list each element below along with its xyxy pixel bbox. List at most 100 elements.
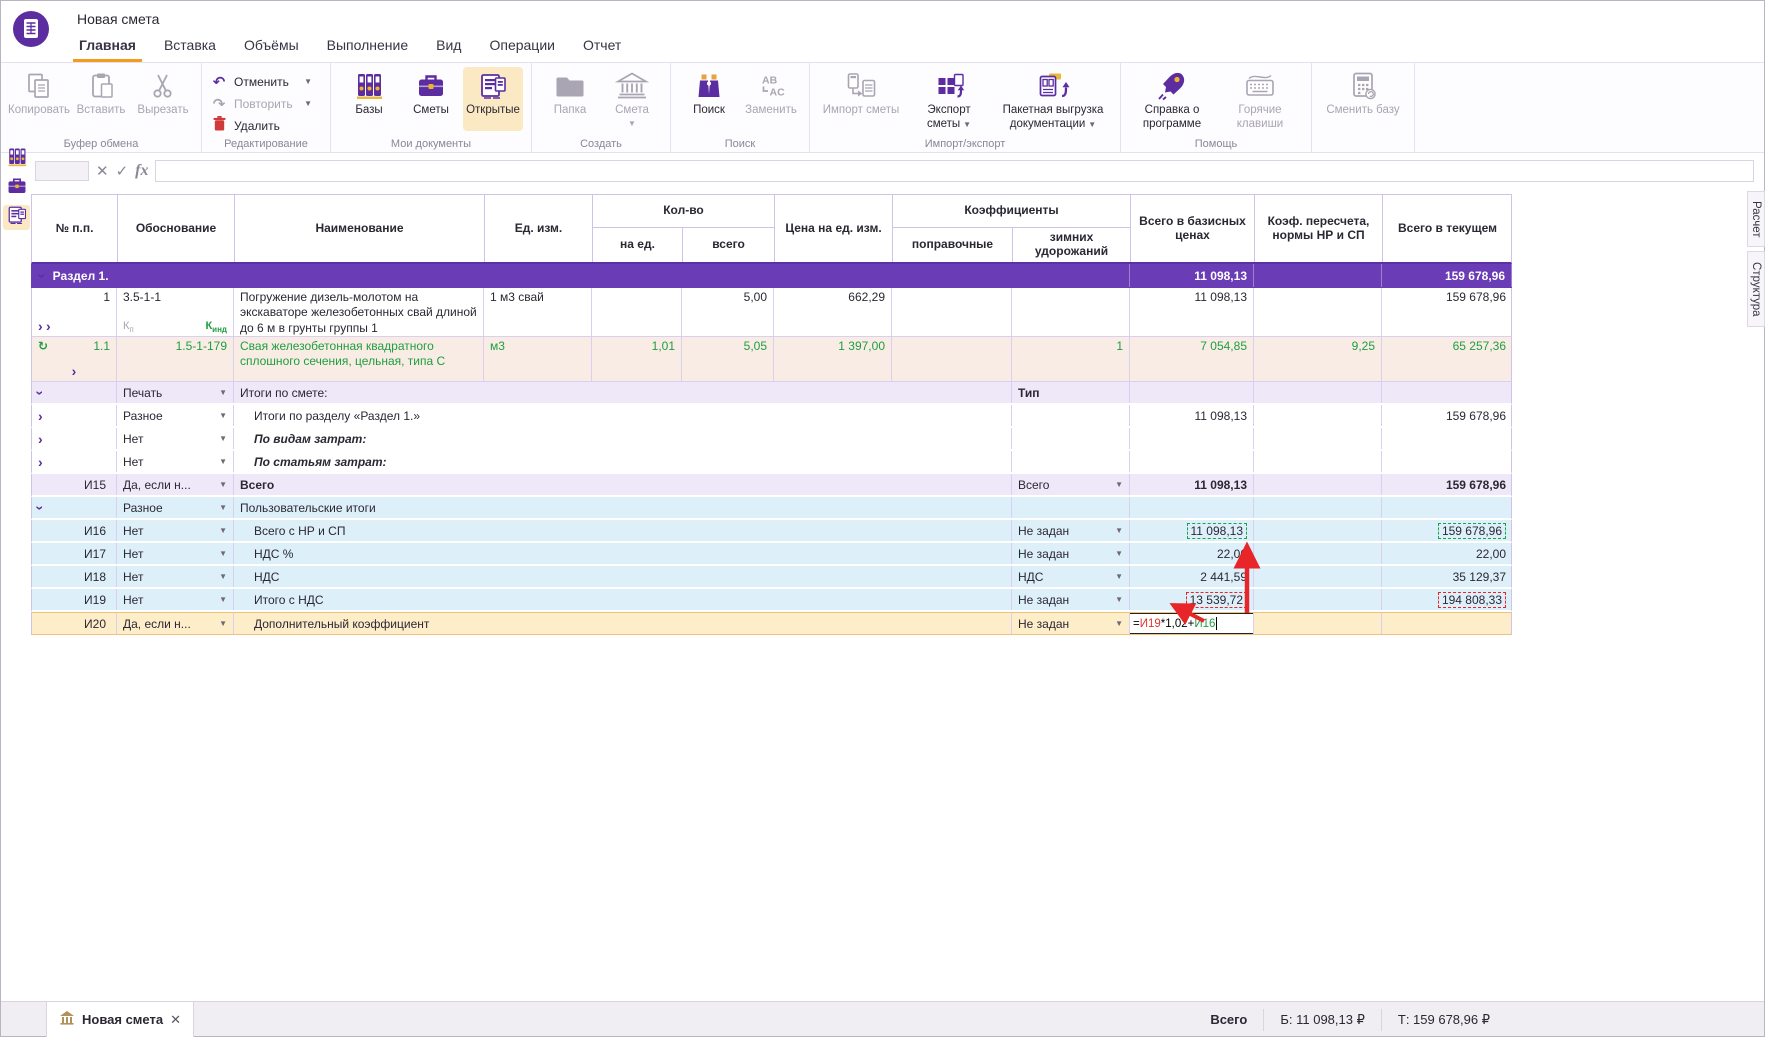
ribbon-button-справка-о-программе[interactable]: Справка о программе xyxy=(1129,67,1215,132)
tab-3[interactable]: Объёмы xyxy=(230,29,313,62)
row-total-8[interactable]: › Разное ▼ Пользовательские итоги xyxy=(31,497,1512,520)
ribbon-button-вставить[interactable]: Вставить xyxy=(71,67,131,131)
row-total-И20[interactable]: И20 Да, если н... ▼ Дополнительный коэффици… xyxy=(31,612,1512,635)
type-dropdown[interactable]: Не задан ▼ xyxy=(1018,524,1123,538)
ribbon-button-экспорт-сметы[interactable]: Экспорт сметы ▼ xyxy=(906,67,992,132)
print-mode-dropdown[interactable]: Нет ▼ xyxy=(123,570,227,584)
row-total-И18[interactable]: И18 Нет ▼ НДС НДС ▼ 2 441,59 35 129,37 xyxy=(31,566,1512,589)
row-total-И17[interactable]: И17 Нет ▼ НДС % Не задан ▼ 22,00 22,00 xyxy=(31,543,1512,566)
print-mode-dropdown[interactable]: Нет ▼ xyxy=(123,432,227,446)
col-qty-total[interactable]: всего xyxy=(682,227,774,262)
app-logo-icon[interactable] xyxy=(12,10,50,48)
type-dropdown[interactable]: Не задан ▼ xyxy=(1018,593,1123,607)
col-coef-winter[interactable]: зимних удорожаний xyxy=(1012,227,1130,262)
col-coef-corr[interactable]: поправочные xyxy=(892,227,1012,262)
tab-2[interactable]: Вставка xyxy=(150,29,230,62)
col-qty-unit[interactable]: на ед. xyxy=(592,227,682,262)
col-num[interactable]: № п.п. xyxy=(32,195,117,262)
row-section[interactable]: › Раздел 1. 11 098,13 159 678,96 xyxy=(31,264,1512,288)
type-dropdown[interactable]: Не задан ▼ xyxy=(1018,547,1123,561)
chevron-right-icon[interactable]: › xyxy=(38,409,43,423)
ribbon-button-смета[interactable]: Смета ▼ xyxy=(602,67,662,131)
accept-icon[interactable]: ✓ xyxy=(116,162,129,180)
col-recalc[interactable]: Коэф. пересчета, нормы НР и СП xyxy=(1254,195,1382,262)
type-dropdown[interactable]: Всего ▼ xyxy=(1018,478,1123,492)
ribbon-button-повторить[interactable]: ↷ Повторить ▼ xyxy=(210,94,322,113)
ribbon-button-сменить-базу[interactable]: Сменить базу xyxy=(1320,67,1406,131)
ribbon-button-вырезать[interactable]: Вырезать xyxy=(133,67,193,131)
print-mode-dropdown[interactable]: Печать ▼ xyxy=(123,386,227,400)
row-total-5[interactable]: › Нет ▼ По видам затрат: xyxy=(31,428,1512,451)
ribbon-button-поиск[interactable]: Поиск xyxy=(679,67,739,131)
cell-name-box[interactable] xyxy=(35,161,89,181)
row-item[interactable]: 1 › › 3.5-1-1 Кп Кинд Погружение дизель-молот… xyxy=(31,288,1512,337)
ribbon-button-горячие-клавиши[interactable]: Горячие клавиши xyxy=(1217,67,1303,132)
col-code[interactable]: Обоснование xyxy=(117,195,234,262)
print-mode-dropdown[interactable]: Нет ▼ xyxy=(123,547,227,561)
ribbon-button-сметы[interactable]: Сметы xyxy=(401,67,461,131)
print-mode-dropdown[interactable]: Нет ▼ xyxy=(123,455,227,469)
chevron-down-icon[interactable]: › xyxy=(32,501,48,515)
ribbon-button-отменить[interactable]: ↶ Отменить ▼ xyxy=(210,72,322,91)
chevron-right-icon[interactable]: › xyxy=(38,432,43,446)
chevron-right-icon[interactable]: › xyxy=(38,318,43,334)
coef-kind[interactable]: Кинд xyxy=(205,320,227,334)
ribbon-button-удалить[interactable]: Удалить xyxy=(210,116,322,135)
sidebar-briefcase-icon[interactable] xyxy=(3,176,30,201)
cancel-icon[interactable]: ✕ xyxy=(96,162,109,180)
sidebar-opened-docs-icon[interactable] xyxy=(3,205,30,230)
tab-7[interactable]: Отчет xyxy=(569,29,635,62)
print-mode-dropdown[interactable]: Да, если н... ▼ xyxy=(123,617,227,631)
row-total-6[interactable]: › Нет ▼ По статьям затрат: xyxy=(31,451,1512,474)
ribbon-button-базы[interactable]: Базы xyxy=(339,67,399,131)
type-dropdown[interactable]: НДС ▼ xyxy=(1018,570,1123,584)
tab-5[interactable]: Вид xyxy=(422,29,475,62)
formula-edit-box[interactable]: = И19 *1,02+ И16 xyxy=(1130,613,1253,634)
col-qty[interactable]: Кол-во xyxy=(592,195,774,227)
tab-calculation[interactable]: Расчет xyxy=(1747,191,1765,247)
print-mode-dropdown[interactable]: Нет ▼ xyxy=(123,593,227,607)
row-material[interactable]: ↻ 1.1 › 1.5-1-179 Свая железобетонная квадра… xyxy=(31,337,1512,382)
print-mode-dropdown[interactable]: Нет ▼ xyxy=(123,524,227,538)
ribbon-button-заменить[interactable]: AB AC Заменить xyxy=(741,67,801,131)
total-row-id: И18 xyxy=(84,569,106,584)
col-unit[interactable]: Ед. изм. xyxy=(484,195,592,262)
col-name[interactable]: Наименование xyxy=(234,195,484,262)
row-total-И15[interactable]: И15 Да, если н... ▼ Всего Всего ▼ 11 098,13 159… xyxy=(31,474,1512,497)
tab-4[interactable]: Выполнение xyxy=(313,29,422,62)
print-mode-dropdown[interactable]: Разное ▼ xyxy=(123,409,227,423)
tab-6[interactable]: Операции xyxy=(475,29,569,62)
chevron-right-icon[interactable]: › xyxy=(38,455,43,469)
col-current[interactable]: Всего в текущем xyxy=(1382,195,1512,262)
chevron-down-icon[interactable]: › xyxy=(34,269,50,283)
ribbon-button-label: Импорт сметы xyxy=(822,104,900,116)
col-coef[interactable]: Коэффициенты xyxy=(892,195,1130,227)
row-total-3[interactable]: › Печать ▼ Итоги по смете: Тип xyxy=(31,382,1512,405)
ribbon-button-пакетная-выгрузка-документации[interactable]: Пакетная выгрузка документации ▼ xyxy=(994,67,1112,132)
chevron-down-icon[interactable]: › xyxy=(32,386,48,400)
col-base[interactable]: Всего в базисных ценах xyxy=(1130,195,1254,262)
row-total-И19[interactable]: И19 Нет ▼ Итого с НДС Не задан ▼ 13 539,72 194 … xyxy=(31,589,1512,612)
ribbon-button-импорт-сметы[interactable]: Импорт сметы xyxy=(818,67,904,132)
refresh-icon[interactable]: ↻ xyxy=(38,339,48,353)
chevron-right-icon[interactable]: › xyxy=(72,363,77,379)
row-total-4[interactable]: › Разное ▼ Итоги по разделу «Раздел 1.» 11 0… xyxy=(31,405,1512,428)
row-total-И16[interactable]: И16 Нет ▼ Всего с НР и СП Не задан ▼ 11 098,13… xyxy=(31,520,1512,543)
close-tab-icon[interactable]: ✕ xyxy=(170,1012,181,1028)
sidebar-binders-icon[interactable] xyxy=(3,147,30,172)
tab-structure[interactable]: Структура xyxy=(1747,251,1765,327)
ribbon-button-копировать[interactable]: Копировать xyxy=(8,67,70,131)
type-dropdown[interactable]: Не задан ▼ xyxy=(1018,617,1123,631)
fx-icon[interactable]: fx xyxy=(135,162,148,180)
coef-kp[interactable]: Кп xyxy=(123,320,134,334)
ribbon-button-открытые[interactable]: Открытые xyxy=(463,67,523,131)
chevron-right-icon[interactable]: › xyxy=(46,318,51,334)
document-tab[interactable]: Новая смета ✕ xyxy=(46,1002,194,1037)
print-mode-dropdown-label: Нет xyxy=(123,592,144,607)
print-mode-dropdown[interactable]: Да, если н... ▼ xyxy=(123,478,227,492)
col-price[interactable]: Цена на ед. изм. xyxy=(774,195,892,262)
tab-1[interactable]: Главная xyxy=(65,29,150,62)
formula-input[interactable] xyxy=(155,160,1754,182)
print-mode-dropdown[interactable]: Разное ▼ xyxy=(123,501,227,515)
ribbon-button-папка[interactable]: Папка xyxy=(540,67,600,131)
